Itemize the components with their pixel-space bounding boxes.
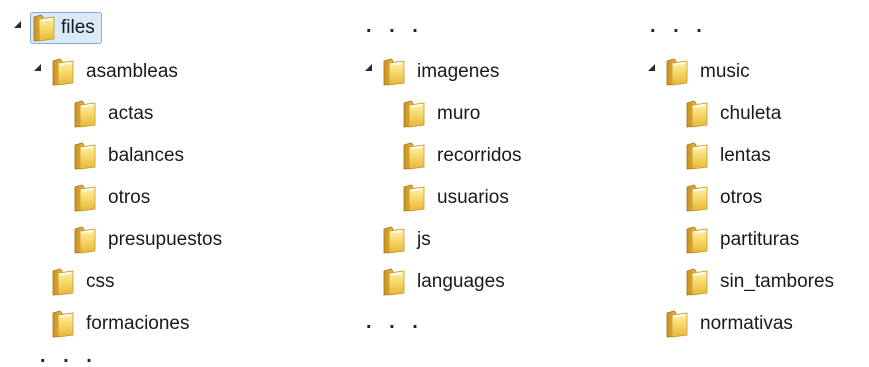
tree-item-actas[interactable]: actas [74, 98, 156, 130]
tree-item-music[interactable]: music [666, 56, 753, 88]
folder-icon [52, 310, 74, 338]
folder-icon [74, 184, 96, 212]
tree-item-partituras[interactable]: partituras [686, 224, 802, 256]
tree-item-formaciones[interactable]: formaciones [52, 308, 193, 340]
tree-item-js[interactable]: js [383, 224, 434, 256]
folder-icon [33, 14, 55, 42]
expanded-triangle-icon[interactable] [648, 64, 655, 71]
tree-item-lentas[interactable]: lentas [686, 140, 774, 172]
tree-item-normativas[interactable]: normativas [666, 308, 796, 340]
tree-item-otros[interactable]: otros [74, 182, 153, 214]
expanded-triangle-icon[interactable] [365, 64, 372, 71]
folder-icon [686, 226, 708, 254]
folder-icon [383, 58, 405, 86]
tree-item-label: presupuestos [108, 229, 223, 250]
more-items-ellipsis: . . . [650, 15, 708, 37]
folder-icon [686, 268, 708, 296]
tree-item-label: css [86, 271, 115, 292]
folder-icon [686, 142, 708, 170]
folder-icon [666, 310, 688, 338]
more-items-ellipsis: . . . [366, 15, 424, 37]
tree-item-label: asambleas [86, 61, 178, 82]
tree-item-files[interactable]: files [30, 12, 102, 44]
tree-item-label: languages [417, 271, 505, 292]
tree-item-label: lentas [720, 145, 771, 166]
tree-item-label: actas [108, 103, 154, 124]
tree-item-languages[interactable]: languages [383, 266, 508, 298]
tree-item-label: normativas [700, 313, 793, 334]
tree-item-imagenes[interactable]: imagenes [383, 56, 502, 88]
tree-item-label: formaciones [86, 313, 190, 334]
tree-item-otros[interactable]: otros [686, 182, 765, 214]
folder-icon [74, 142, 96, 170]
expanded-triangle-icon[interactable] [14, 21, 21, 28]
tree-item-usuarios[interactable]: usuarios [403, 182, 512, 214]
folder-icon [383, 268, 405, 296]
tree-item-chuleta[interactable]: chuleta [686, 98, 784, 130]
tree-item-sin-tambores[interactable]: sin_tambores [686, 266, 837, 298]
folder-icon [74, 226, 96, 254]
tree-item-label: otros [108, 187, 151, 208]
tree-item-label: js [417, 229, 431, 250]
tree-item-label: muro [437, 103, 481, 124]
tree-item-label: balances [108, 145, 185, 166]
tree-item-label: chuleta [720, 103, 782, 124]
tree-item-label: music [700, 61, 750, 82]
more-items-ellipsis: . . . [366, 311, 424, 333]
more-items-ellipsis: . . . [40, 345, 98, 367]
tree-item-label: otros [720, 187, 763, 208]
tree-item-muro[interactable]: muro [403, 98, 483, 130]
tree-item-label: sin_tambores [720, 271, 835, 292]
tree-item-css[interactable]: css [52, 266, 118, 298]
tree-item-label: partituras [720, 229, 800, 250]
tree-item-balances[interactable]: balances [74, 140, 187, 172]
folder-icon [686, 100, 708, 128]
tree-item-label: usuarios [437, 187, 509, 208]
folder-icon [52, 268, 74, 296]
folder-icon [403, 184, 425, 212]
tree-item-label: imagenes [417, 61, 500, 82]
folder-icon [74, 100, 96, 128]
folder-icon [666, 58, 688, 86]
tree-item-asambleas[interactable]: asambleas [52, 56, 181, 88]
tree-item-recorridos[interactable]: recorridos [403, 140, 524, 172]
folder-icon [52, 58, 74, 86]
tree-item-presupuestos[interactable]: presupuestos [74, 224, 225, 256]
folder-icon [383, 226, 405, 254]
folder-icon [403, 142, 425, 170]
folder-icon [403, 100, 425, 128]
tree-item-label: files [61, 17, 95, 38]
expanded-triangle-icon[interactable] [34, 64, 41, 71]
tree-item-label: recorridos [437, 145, 522, 166]
folder-icon [686, 184, 708, 212]
